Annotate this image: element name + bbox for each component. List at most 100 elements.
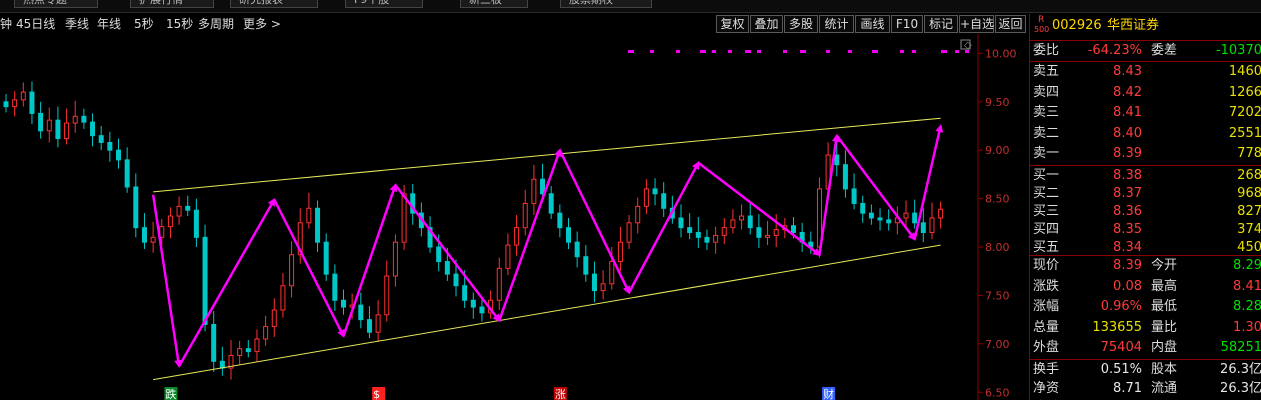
channel-lower-line xyxy=(153,244,941,381)
candle-body xyxy=(877,217,883,221)
candle-body xyxy=(514,227,520,246)
candle-body xyxy=(868,212,874,219)
candle-body xyxy=(55,119,61,140)
signal-dot xyxy=(745,50,751,53)
candle-body xyxy=(479,306,485,314)
quote-value: 8.28 xyxy=(1233,299,1261,315)
ask-price: 8.42 xyxy=(1113,84,1142,100)
ask-volume: 7202 xyxy=(1228,105,1261,121)
event-marker-label: 财 xyxy=(823,387,834,400)
candle-body xyxy=(254,338,260,353)
ask-price: 8.41 xyxy=(1113,105,1142,121)
candle-body xyxy=(938,208,944,219)
period-minute[interactable]: 钟 xyxy=(0,16,12,32)
ask-row: 卖五 8.43 1460 xyxy=(1030,62,1261,82)
candle-body xyxy=(375,314,381,333)
candle-body xyxy=(583,256,589,275)
stats-label: 净资 xyxy=(1033,381,1060,396)
weicha-label: 委差 xyxy=(1151,43,1178,58)
quote-label: 涨幅 xyxy=(1033,299,1060,315)
candle-body xyxy=(739,215,745,221)
candle-body xyxy=(721,227,727,236)
period-year[interactable]: 年线 xyxy=(97,16,121,32)
candle-body xyxy=(211,323,217,362)
candle-body xyxy=(366,319,372,333)
quote-label: 现价 xyxy=(1033,258,1060,273)
top-tab[interactable]: 新三板 xyxy=(460,0,528,8)
period-quarter[interactable]: 季线 xyxy=(65,16,89,32)
signal-dot xyxy=(941,50,947,53)
top-tab[interactable]: 扩展行情 xyxy=(130,0,214,8)
signal-dot xyxy=(800,50,806,53)
candle-body xyxy=(202,236,208,325)
period-15sec[interactable]: 15秒 xyxy=(166,16,193,32)
f10-button[interactable]: F10 xyxy=(891,15,923,33)
top-tab[interactable]: F9个股 xyxy=(345,0,423,8)
candle-body xyxy=(566,227,571,243)
weicha-value: -10370 xyxy=(1215,43,1261,58)
ask-volume: 1460 xyxy=(1228,64,1261,79)
period-multi[interactable]: 多周期 xyxy=(198,16,234,32)
candle-body xyxy=(341,299,346,308)
quote-row: 涨跌 0.08 最高 8.41 xyxy=(1030,277,1261,297)
kline-svg[interactable]: ◇10.009.509.008.508.007.507.006.50←6.44跌… xyxy=(0,34,1028,400)
signal-dot xyxy=(912,50,916,53)
zigzag-arrow xyxy=(394,184,501,323)
event-marker-label: 跌 xyxy=(165,387,176,400)
add-watchlist-button[interactable]: +自选 xyxy=(959,15,994,33)
top-tab[interactable]: 研究报表 xyxy=(230,0,318,8)
period-toolbar: 钟 45日线 季线 年线 5秒 15秒 多周期 更多 > 复权 叠加 多股 统计 画线 F10 标记 +自选返… xyxy=(0,14,1028,34)
ask-label: 卖四 xyxy=(1033,84,1060,100)
zigzag-arrow xyxy=(913,124,944,240)
bid-label: 买二 xyxy=(1033,186,1060,201)
period-5sec[interactable]: 5秒 xyxy=(134,16,154,32)
signal-dot xyxy=(676,50,680,53)
mark-button[interactable]: 标记 xyxy=(924,15,958,33)
ask-volume: 2551 xyxy=(1228,125,1261,141)
candle-body xyxy=(64,122,70,140)
quote-row: 现价 8.39 今开 8.29 xyxy=(1030,256,1261,276)
top-tab[interactable]: 股票期权 xyxy=(560,0,652,8)
period-more[interactable]: 更多 > xyxy=(243,16,281,32)
quote-label: 总量 xyxy=(1033,319,1060,335)
period-45day[interactable]: 45日线 xyxy=(16,16,55,32)
candle-body xyxy=(237,348,243,356)
candle-body xyxy=(81,115,87,123)
multistock-button[interactable]: 多股 xyxy=(784,15,818,33)
candle-body xyxy=(271,309,277,327)
ask-row: 卖四 8.42 1266 xyxy=(1030,83,1261,103)
candle-body xyxy=(591,273,597,292)
zigzag-arrow xyxy=(177,197,276,367)
candle-body xyxy=(886,219,892,224)
stock-name: 华西证券 xyxy=(1107,18,1160,33)
bid-volume: 374 xyxy=(1237,222,1261,237)
candle-body xyxy=(531,178,537,204)
stats-button[interactable]: 统计 xyxy=(819,15,854,33)
candle-body xyxy=(617,241,623,263)
quote-row: 总量 133655 量比 1.30 xyxy=(1030,318,1261,338)
candle-body xyxy=(626,222,632,243)
bid-row: 买三 8.36 827 xyxy=(1030,202,1261,222)
quote-value: 58251 xyxy=(1220,340,1261,356)
candle-body xyxy=(851,188,857,204)
candle-body xyxy=(860,202,866,214)
kline-chart[interactable]: ◇10.009.509.008.508.007.507.006.50←6.44跌… xyxy=(0,34,1028,400)
quote-label: 涨跌 xyxy=(1033,278,1060,294)
overlay-button[interactable]: 叠加 xyxy=(750,15,783,33)
signal-dot xyxy=(650,50,654,53)
candle-body xyxy=(193,209,199,238)
back-button[interactable]: 返回 xyxy=(995,15,1026,33)
top-tab[interactable]: 热点专题 xyxy=(14,0,98,8)
draw-line-button[interactable]: 画线 xyxy=(855,15,890,33)
candle-body xyxy=(643,188,649,207)
fuquan-button[interactable]: 复权 xyxy=(716,15,749,33)
candle-body xyxy=(557,212,563,229)
candle-body xyxy=(176,205,182,217)
quote-value: 0.08 xyxy=(1113,278,1142,294)
quote-label: 内盘 xyxy=(1151,340,1178,356)
candle-body xyxy=(358,304,364,321)
stats-label: 股本 xyxy=(1151,362,1178,377)
signal-dot xyxy=(728,50,732,53)
weibi-value: -64.23% xyxy=(1087,43,1142,58)
stats-value: 8.71 xyxy=(1113,381,1142,396)
